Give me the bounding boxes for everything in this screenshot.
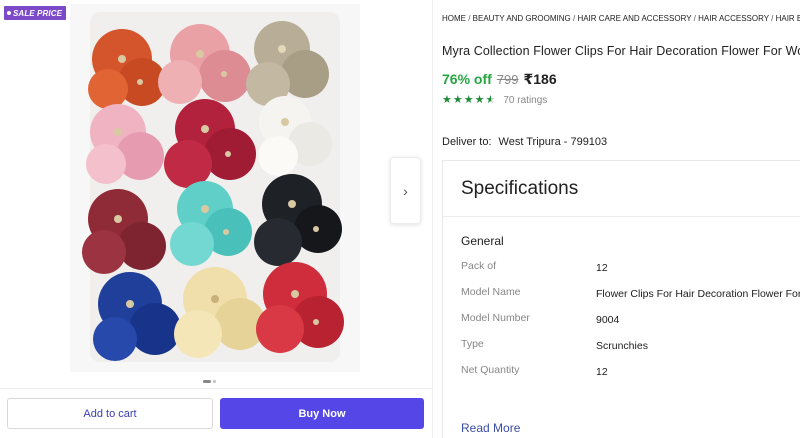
spec-row-model-name: Model Name Flower Clips For Hair Decorat… <box>461 286 800 312</box>
read-more-link[interactable]: Read More <box>461 421 520 435</box>
flower-clips-illustration <box>70 4 360 372</box>
chevron-right-icon: › <box>403 182 408 199</box>
star-icon: ★ <box>442 94 452 106</box>
pager-dot-active[interactable] <box>203 380 211 383</box>
ratings-count[interactable]: 70 ratings <box>503 95 547 106</box>
product-title: Myra Collection Flower Clips For Hair De… <box>442 44 800 58</box>
spec-value: 12 <box>596 262 608 274</box>
breadcrumb-item-hair-band[interactable]: HAIR BAND <box>776 14 800 23</box>
spec-value: 9004 <box>596 314 620 326</box>
buy-now-button[interactable]: Buy Now <box>220 398 424 429</box>
spec-table: Pack of 12 Model Name Flower Clips For H… <box>461 260 800 390</box>
breadcrumb-item-hair-care[interactable]: HAIR CARE AND ACCESSORY <box>577 14 691 23</box>
spec-key: Model Number <box>461 312 530 324</box>
half-star-icon: ★ <box>485 94 496 106</box>
spec-value: Flower Clips For Hair Decoration Flower … <box>596 288 800 300</box>
specifications-heading: Specifications <box>461 178 579 199</box>
breadcrumb-separator: / <box>768 14 776 23</box>
product-gallery: SALE PRICE › Add to cart Buy Now <box>0 0 432 438</box>
spec-value: Scrunchies <box>596 340 648 352</box>
price-row: 76% off 799 ₹186 <box>442 71 557 88</box>
delivery-location[interactable]: Deliver to: West Tripura - 799103 <box>442 136 607 148</box>
star-rating: ★ ★ ★ ★ ★ <box>442 95 495 106</box>
sale-price-label: SALE PRICE <box>13 8 63 18</box>
divider <box>443 216 800 217</box>
action-bar: Add to cart Buy Now <box>0 388 432 438</box>
spec-row-type: Type Scrunchies <box>461 338 800 364</box>
star-icon: ★ <box>463 94 474 106</box>
breadcrumb-item-beauty[interactable]: BEAUTY AND GROOMING <box>473 14 571 23</box>
spec-row-net-quantity: Net Quantity 12 <box>461 364 800 390</box>
badge-dot-icon <box>7 11 11 15</box>
deliver-to-label: Deliver to: <box>442 136 492 148</box>
spec-row-pack-of: Pack of 12 <box>461 260 800 286</box>
product-image[interactable] <box>70 4 360 372</box>
selling-price: ₹186 <box>523 71 557 87</box>
star-icon: ★ <box>474 94 485 106</box>
spec-group-title: General <box>461 234 504 248</box>
breadcrumb-item-hair-accessory[interactable]: HAIR ACCESSORY <box>698 14 769 23</box>
spec-key: Model Name <box>461 286 521 298</box>
spec-key: Net Quantity <box>461 364 520 376</box>
pager-dot[interactable] <box>213 380 216 383</box>
specifications-card: Specifications General Pack of 12 Model … <box>442 160 800 438</box>
breadcrumb-separator: / <box>466 14 473 23</box>
breadcrumb: HOME / BEAUTY AND GROOMING / HAIR CARE A… <box>442 14 800 23</box>
image-pager <box>203 380 216 383</box>
spec-value: 12 <box>596 366 608 378</box>
spec-row-model-number: Model Number 9004 <box>461 312 800 338</box>
add-to-cart-button[interactable]: Add to cart <box>7 398 213 429</box>
discount-label: 76% off <box>442 71 492 87</box>
panel-divider <box>432 0 433 438</box>
mrp-strikethrough: 799 <box>496 72 519 87</box>
delivery-address[interactable]: West Tripura - 799103 <box>499 136 608 148</box>
star-icon: ★ <box>452 94 463 106</box>
spec-key: Type <box>461 338 484 350</box>
breadcrumb-item-home[interactable]: HOME <box>442 14 466 23</box>
product-details: HOME / BEAUTY AND GROOMING / HAIR CARE A… <box>442 0 800 438</box>
next-image-button[interactable]: › <box>390 157 421 224</box>
rating-row[interactable]: ★ ★ ★ ★ ★ 70 ratings <box>442 95 547 107</box>
sale-price-badge: SALE PRICE <box>4 6 67 20</box>
spec-key: Pack of <box>461 260 497 272</box>
